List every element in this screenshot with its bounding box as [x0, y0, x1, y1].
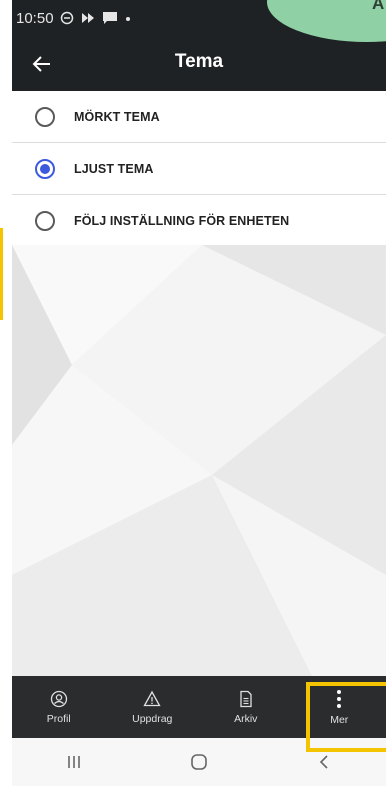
document-icon [240, 690, 252, 707]
phone-screen: 10:50 A Tema MÖRKT TEMA LJUST TEMA FÖLJ … [12, 0, 386, 786]
warning-triangle-icon [143, 690, 161, 706]
bottom-navigation: Profil Uppdrag Arkiv Mer [12, 676, 386, 738]
nav-item-uppdrag[interactable]: Uppdrag [106, 676, 200, 738]
nav-item-mer[interactable]: Mer [293, 676, 386, 738]
nav-item-label: Mer [330, 713, 349, 726]
message-icon [102, 12, 117, 24]
radio-button-selected[interactable] [35, 158, 55, 179]
theme-option-label: FÖLJ INSTÄLLNING FÖR ENHETEN [74, 213, 290, 228]
recent-apps-icon [68, 756, 81, 768]
theme-option-system[interactable]: FÖLJ INSTÄLLNING FÖR ENHETEN [12, 195, 386, 247]
nav-item-label: Arkiv [234, 712, 258, 725]
theme-option-label: LJUST TEMA [74, 161, 154, 176]
home-button[interactable] [137, 753, 262, 771]
status-time: 10:50 [16, 9, 54, 27]
overlay-bubble-text: A [372, 0, 385, 13]
home-icon [191, 754, 207, 770]
theme-option-light[interactable]: LJUST TEMA [12, 143, 386, 195]
nav-item-profil[interactable]: Profil [12, 676, 106, 738]
theme-option-list: MÖRKT TEMA LJUST TEMA FÖLJ INSTÄLLNING F… [12, 91, 386, 247]
data-saver-icon [81, 13, 94, 23]
back-button[interactable] [261, 754, 386, 770]
recent-apps-button[interactable] [12, 754, 137, 770]
system-navigation-bar [12, 738, 386, 786]
nav-item-arkiv[interactable]: Arkiv [199, 676, 293, 738]
theme-option-dark[interactable]: MÖRKT TEMA [12, 91, 386, 143]
background-pattern [12, 245, 386, 676]
profile-icon [50, 690, 67, 707]
more-vertical-icon [337, 689, 342, 708]
page-title: Tema [174, 51, 224, 72]
back-icon [319, 755, 328, 769]
nav-item-label: Uppdrag [132, 712, 173, 725]
radio-button[interactable] [35, 210, 55, 231]
highlight-marker-left [0, 228, 3, 320]
app-bar: Tema [12, 36, 386, 91]
nav-item-label: Profil [46, 712, 71, 725]
do-not-disturb-icon [60, 11, 73, 25]
radio-button[interactable] [35, 106, 55, 127]
dot-icon [125, 17, 130, 21]
theme-option-label: MÖRKT TEMA [74, 109, 160, 124]
background-geometric-pattern [12, 245, 386, 676]
